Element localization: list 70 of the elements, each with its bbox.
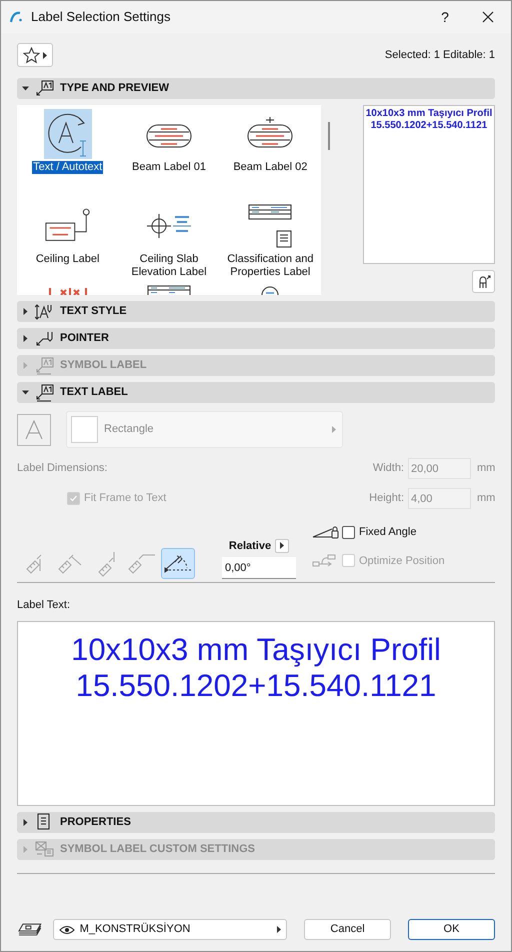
label-text-line: 10x10x3 mm Taşıyıcı Profil [71, 632, 441, 668]
text-orientation-icon [58, 554, 82, 574]
section-icon [35, 302, 54, 320]
section-header[interactable]: POINTER [17, 328, 495, 349]
section-icon [35, 840, 54, 858]
expanded-arrow-icon [22, 389, 29, 396]
label-type-item[interactable]: Ceiling Label [17, 197, 118, 281]
letter-a-icon [25, 420, 43, 440]
section-header[interactable]: TEXT STYLE [17, 301, 495, 322]
frame-swatch [71, 416, 98, 443]
preview-text: 10x10x3 mm Taşıyıcı Profil [366, 108, 492, 120]
app-logo-icon [9, 10, 23, 24]
orientation-button[interactable] [161, 548, 195, 579]
star-icon [23, 46, 40, 64]
section-icon [35, 330, 54, 348]
ok-button[interactable]: OK [408, 919, 495, 940]
label-type-item[interactable]: Text / Autotext [17, 105, 118, 197]
caret-icon [277, 926, 282, 933]
dimensions-label: Label Dimensions: [17, 461, 108, 476]
height-label: Height: [369, 491, 404, 506]
layer-dropdown[interactable]: M_KONSTRÜKSİYON [52, 919, 288, 940]
collapsed-arrow-icon [22, 846, 29, 852]
label-type-item[interactable]: Beam Label 01 [118, 105, 220, 197]
checkbox[interactable]: Fixed Angle [342, 524, 416, 540]
selection-info: Selected: 1 Editable: 1 [384, 48, 495, 63]
section-header[interactable]: PROPERTIES [17, 812, 495, 832]
angle-mode-button[interactable] [275, 538, 290, 553]
close-icon [482, 11, 494, 23]
eye-icon [58, 924, 75, 934]
width-unit: mm [477, 461, 495, 476]
check-icon [69, 494, 78, 503]
help-button[interactable]: ? [425, 2, 465, 32]
angle-mode-label: Relative [228, 538, 272, 554]
label-type-item[interactable]: Classification and Properties Label [220, 197, 321, 281]
angle-lock-icon [312, 525, 340, 540]
collapsed-arrow-icon [22, 362, 29, 369]
label-type-item[interactable]: Beam Label 02 [220, 105, 321, 197]
preview-text: 15.550.1202+15.540.1121 [370, 120, 488, 132]
section-header[interactable]: TYPE AND PREVIEW [17, 78, 495, 99]
text-orientation-icon [26, 554, 42, 574]
circle-label-thumbnail [260, 285, 280, 295]
layers-icon [17, 922, 43, 938]
expanded-arrow-icon [22, 85, 29, 92]
text-orientation-icon [164, 554, 192, 572]
favorites-button[interactable] [17, 43, 53, 67]
label-text-area[interactable]: 10x10x3 mm Taşıyıcı Profil 15.550.1202+15.540.1121 [17, 620, 495, 806]
section-header[interactable]: TEXT LABEL [17, 382, 495, 403]
height-unit: mm [477, 491, 495, 506]
cancel-button[interactable]: Cancel [304, 919, 392, 940]
scrollbar-thumb[interactable] [328, 122, 330, 150]
table-label-thumbnail [146, 285, 191, 295]
classification-label-thumbnail [247, 203, 294, 249]
text-orientation-icon [128, 554, 156, 574]
caret-icon [43, 52, 47, 58]
angle-field[interactable]: 0,00° [222, 557, 296, 579]
window-title: Label Selection Settings [31, 8, 170, 26]
width-label: Width: [372, 461, 404, 476]
collapsed-arrow-icon [22, 818, 29, 826]
label-type-item[interactable]: Ceiling Slab Elevation Label [118, 197, 220, 281]
caret-icon [332, 426, 336, 433]
caret-icon [280, 542, 284, 550]
collapsed-arrow-icon [22, 308, 29, 315]
section-icon [35, 356, 54, 374]
collapsed-arrow-icon [22, 335, 29, 342]
label-text-heading: Label Text: [17, 598, 72, 613]
label-text-line: 15.550.1202+15.540.1121 [76, 668, 436, 704]
section-icon [35, 384, 54, 402]
preview-option-button[interactable] [472, 270, 495, 293]
text-orientation-icon [98, 550, 114, 576]
section-icon [35, 80, 54, 98]
